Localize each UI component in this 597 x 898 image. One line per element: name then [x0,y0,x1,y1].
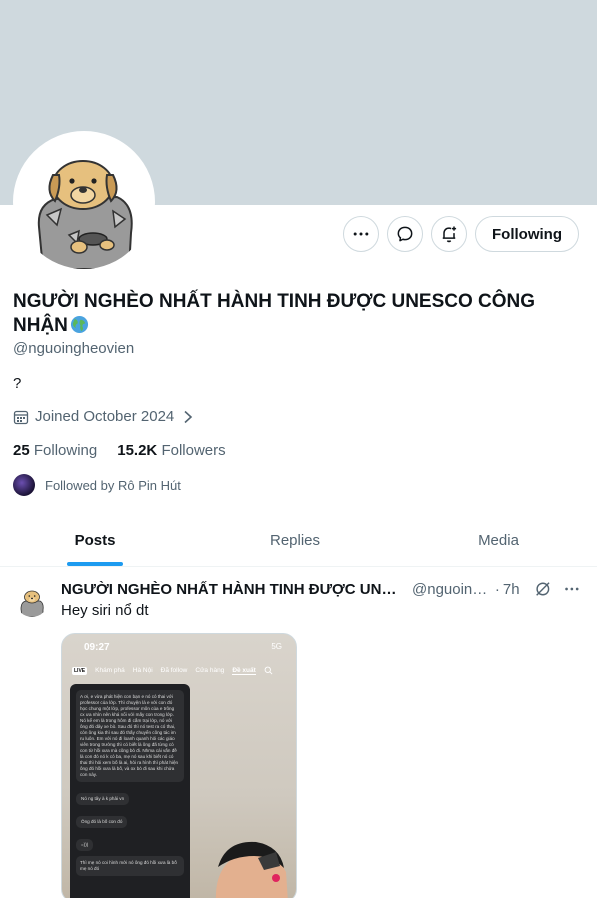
media-search-icon [264,666,273,675]
followed-by[interactable]: Followed by Rô Pin Hút [13,474,181,496]
bell-plus-icon [442,226,457,243]
followers-label: Followers [161,442,226,459]
followers-count: 15.2K [117,442,158,459]
following-link[interactable]: 25 Following [13,442,97,459]
media-status-time: 09:27 [84,642,110,653]
tab-media-label: Media [478,531,519,549]
media-chat-screenshot: A ơi, e vừa phát hiện con bạn e nó có th… [70,684,190,898]
profile-name: NGƯỜI NGHÈO NHẤT HÀNH TINH ĐƯỢC UNESCO C… [13,290,583,338]
active-tab-indicator [67,562,123,566]
chat-bubble: Nó ng tây à k phải vn [76,793,130,805]
profile-tabs: Posts Replies Media [0,514,597,567]
chat-bubble: Thì mẹ nó coi hình mới nó ông đó hồi xưa… [76,856,184,876]
media-nav-item: Cửa hàng [195,667,225,674]
media-nav-item: Khám phá [95,667,125,674]
post-author-name[interactable]: NGƯỜI NGHÈO NHẤT HÀNH TINH ĐƯỢC UNES... [61,581,406,598]
profile-bio: ? [13,375,22,392]
post-header: NGƯỜI NGHÈO NHẤT HÀNH TINH ĐƯỢC UNES... … [61,580,581,598]
tab-replies[interactable]: Replies [190,514,400,566]
joined-text: Joined October 2024 [35,408,175,425]
calendar-icon [13,410,29,424]
profile-name-text: NGƯỜI NGHÈO NHẤT HÀNH TINH ĐƯỢC UNESCO C… [13,291,536,336]
following-label: Following [33,442,98,459]
tab-replies-label: Replies [269,531,321,549]
notify-button[interactable] [431,216,468,252]
chat-bubble: A ơi, e vừa phát hiện con bạn e nó có th… [76,690,184,782]
post-author-handle[interactable]: @nguoing... [412,581,492,598]
media-live-badge: LIVE [72,666,88,675]
following-count: 25 [13,442,30,459]
followed-by-avatar [13,474,35,496]
post-media-video[interactable]: 09:27 5G LIVE Khám phá Hà Nội Đã follow … [61,633,297,898]
follow-stats: 25 Following 15.2K Followers [13,442,226,459]
media-person-image [215,841,288,898]
dog-avatar-icon [16,585,48,617]
post-more-icon[interactable] [563,580,581,598]
more-horizontal-icon [353,232,369,236]
profile-handle: @nguoingheovien [13,340,135,357]
chat-bubble: Ông đó là bố con đó [76,816,128,828]
following-button[interactable]: Following [475,216,579,252]
post-time[interactable]: 7h [503,581,520,598]
chat-bubble: =))) [76,839,94,851]
followers-link[interactable]: 15.2K Followers [117,442,225,459]
tab-posts[interactable]: Posts [0,514,190,566]
globe-emoji-icon [70,315,88,334]
dog-avatar-icon [17,135,151,269]
joined-date: Joined October 2024 [13,408,196,425]
tab-posts-label: Posts [74,531,116,549]
post-text: Hey siri nổ dt [61,602,149,619]
media-nav-item-active: Đề xuất [232,666,256,675]
message-bubble-icon [397,226,413,242]
media-nav-item: Hà Nội [132,667,153,674]
post-author-avatar[interactable] [16,585,48,617]
tab-media[interactable]: Media [400,514,597,566]
chevron-right-icon[interactable] [180,409,196,425]
profile-actions: Following [343,216,579,252]
grok-icon[interactable] [534,580,552,598]
more-button[interactable] [343,216,380,252]
media-nav: LIVE Khám phá Hà Nội Đã follow Cửa hàng … [72,666,288,675]
message-button[interactable] [387,216,424,252]
separator-dot: · [494,580,500,598]
followed-by-text: Followed by Rô Pin Hút [45,477,181,493]
post-item[interactable]: NGƯỜI NGHÈO NHẤT HÀNH TINH ĐƯỢC UNES... … [0,567,597,898]
profile-avatar[interactable] [13,131,155,273]
media-nav-item: Đã follow [160,667,188,674]
media-status-network: 5G [271,642,282,651]
